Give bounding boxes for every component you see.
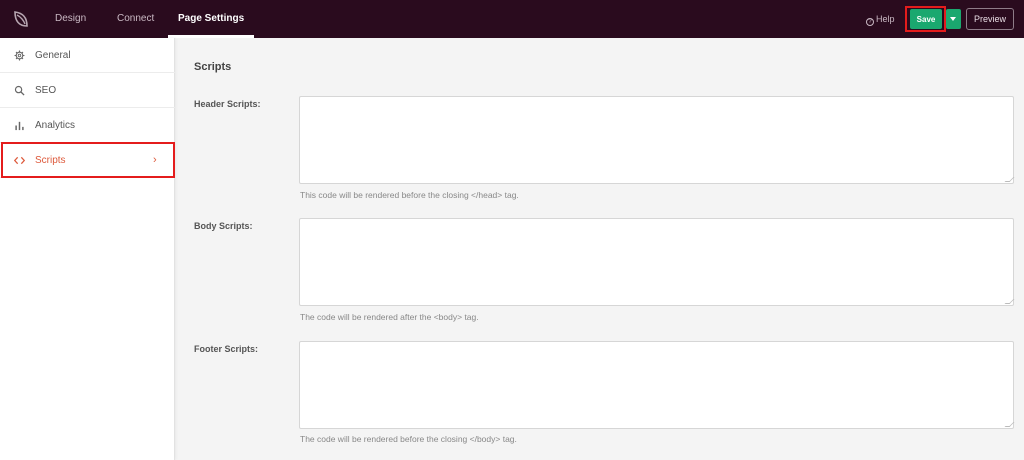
body-scripts-help: The code will be rendered after the <bod… (300, 312, 479, 322)
search-icon (14, 85, 25, 96)
header-scripts-input[interactable] (299, 96, 1014, 184)
sidebar-item-seo[interactable]: SEO (0, 73, 175, 108)
footer-scripts-input[interactable] (299, 341, 1014, 429)
sidebar-item-analytics[interactable]: Analytics (0, 108, 175, 143)
sidebar-item-scripts[interactable]: Scripts › (0, 143, 175, 178)
help-label: Help (876, 14, 895, 24)
question-icon: ? (866, 18, 874, 26)
header-scripts-help: This code will be rendered before the cl… (300, 190, 519, 200)
tab-connect[interactable]: Connect (117, 0, 154, 38)
body-scripts-input[interactable] (299, 218, 1014, 306)
preview-button[interactable]: Preview (966, 8, 1014, 30)
logo-icon[interactable] (10, 8, 32, 30)
bar-chart-icon (15, 121, 24, 131)
footer-scripts-label: Footer Scripts: (194, 344, 259, 354)
code-icon (14, 156, 25, 165)
page-title: Scripts (194, 61, 232, 73)
top-navbar: Design Connect Page Settings ? Help Save … (0, 0, 1024, 38)
footer-scripts-help: The code will be rendered before the clo… (300, 434, 517, 444)
chevron-right-icon: › (153, 154, 157, 166)
header-scripts-label: Header Scripts: (194, 99, 261, 109)
body-scripts-label: Body Scripts: (194, 221, 253, 231)
sidebar-item-general[interactable]: General (0, 38, 175, 73)
save-button[interactable]: Save (910, 9, 942, 29)
sidebar-item-label: Scripts (35, 155, 66, 166)
sidebar-item-label: Analytics (35, 120, 76, 131)
settings-sidebar: General SEO Analytics Scripts › (0, 38, 175, 460)
sidebar-item-label: General (35, 50, 71, 61)
caret-down-icon (950, 17, 956, 21)
save-options-button[interactable] (946, 9, 961, 29)
sidebar-item-label: SEO (35, 85, 57, 96)
tab-design[interactable]: Design (55, 0, 86, 38)
gear-icon (14, 50, 25, 61)
tab-page-settings[interactable]: Page Settings (167, 0, 255, 38)
help-link[interactable]: ? Help (866, 0, 895, 38)
